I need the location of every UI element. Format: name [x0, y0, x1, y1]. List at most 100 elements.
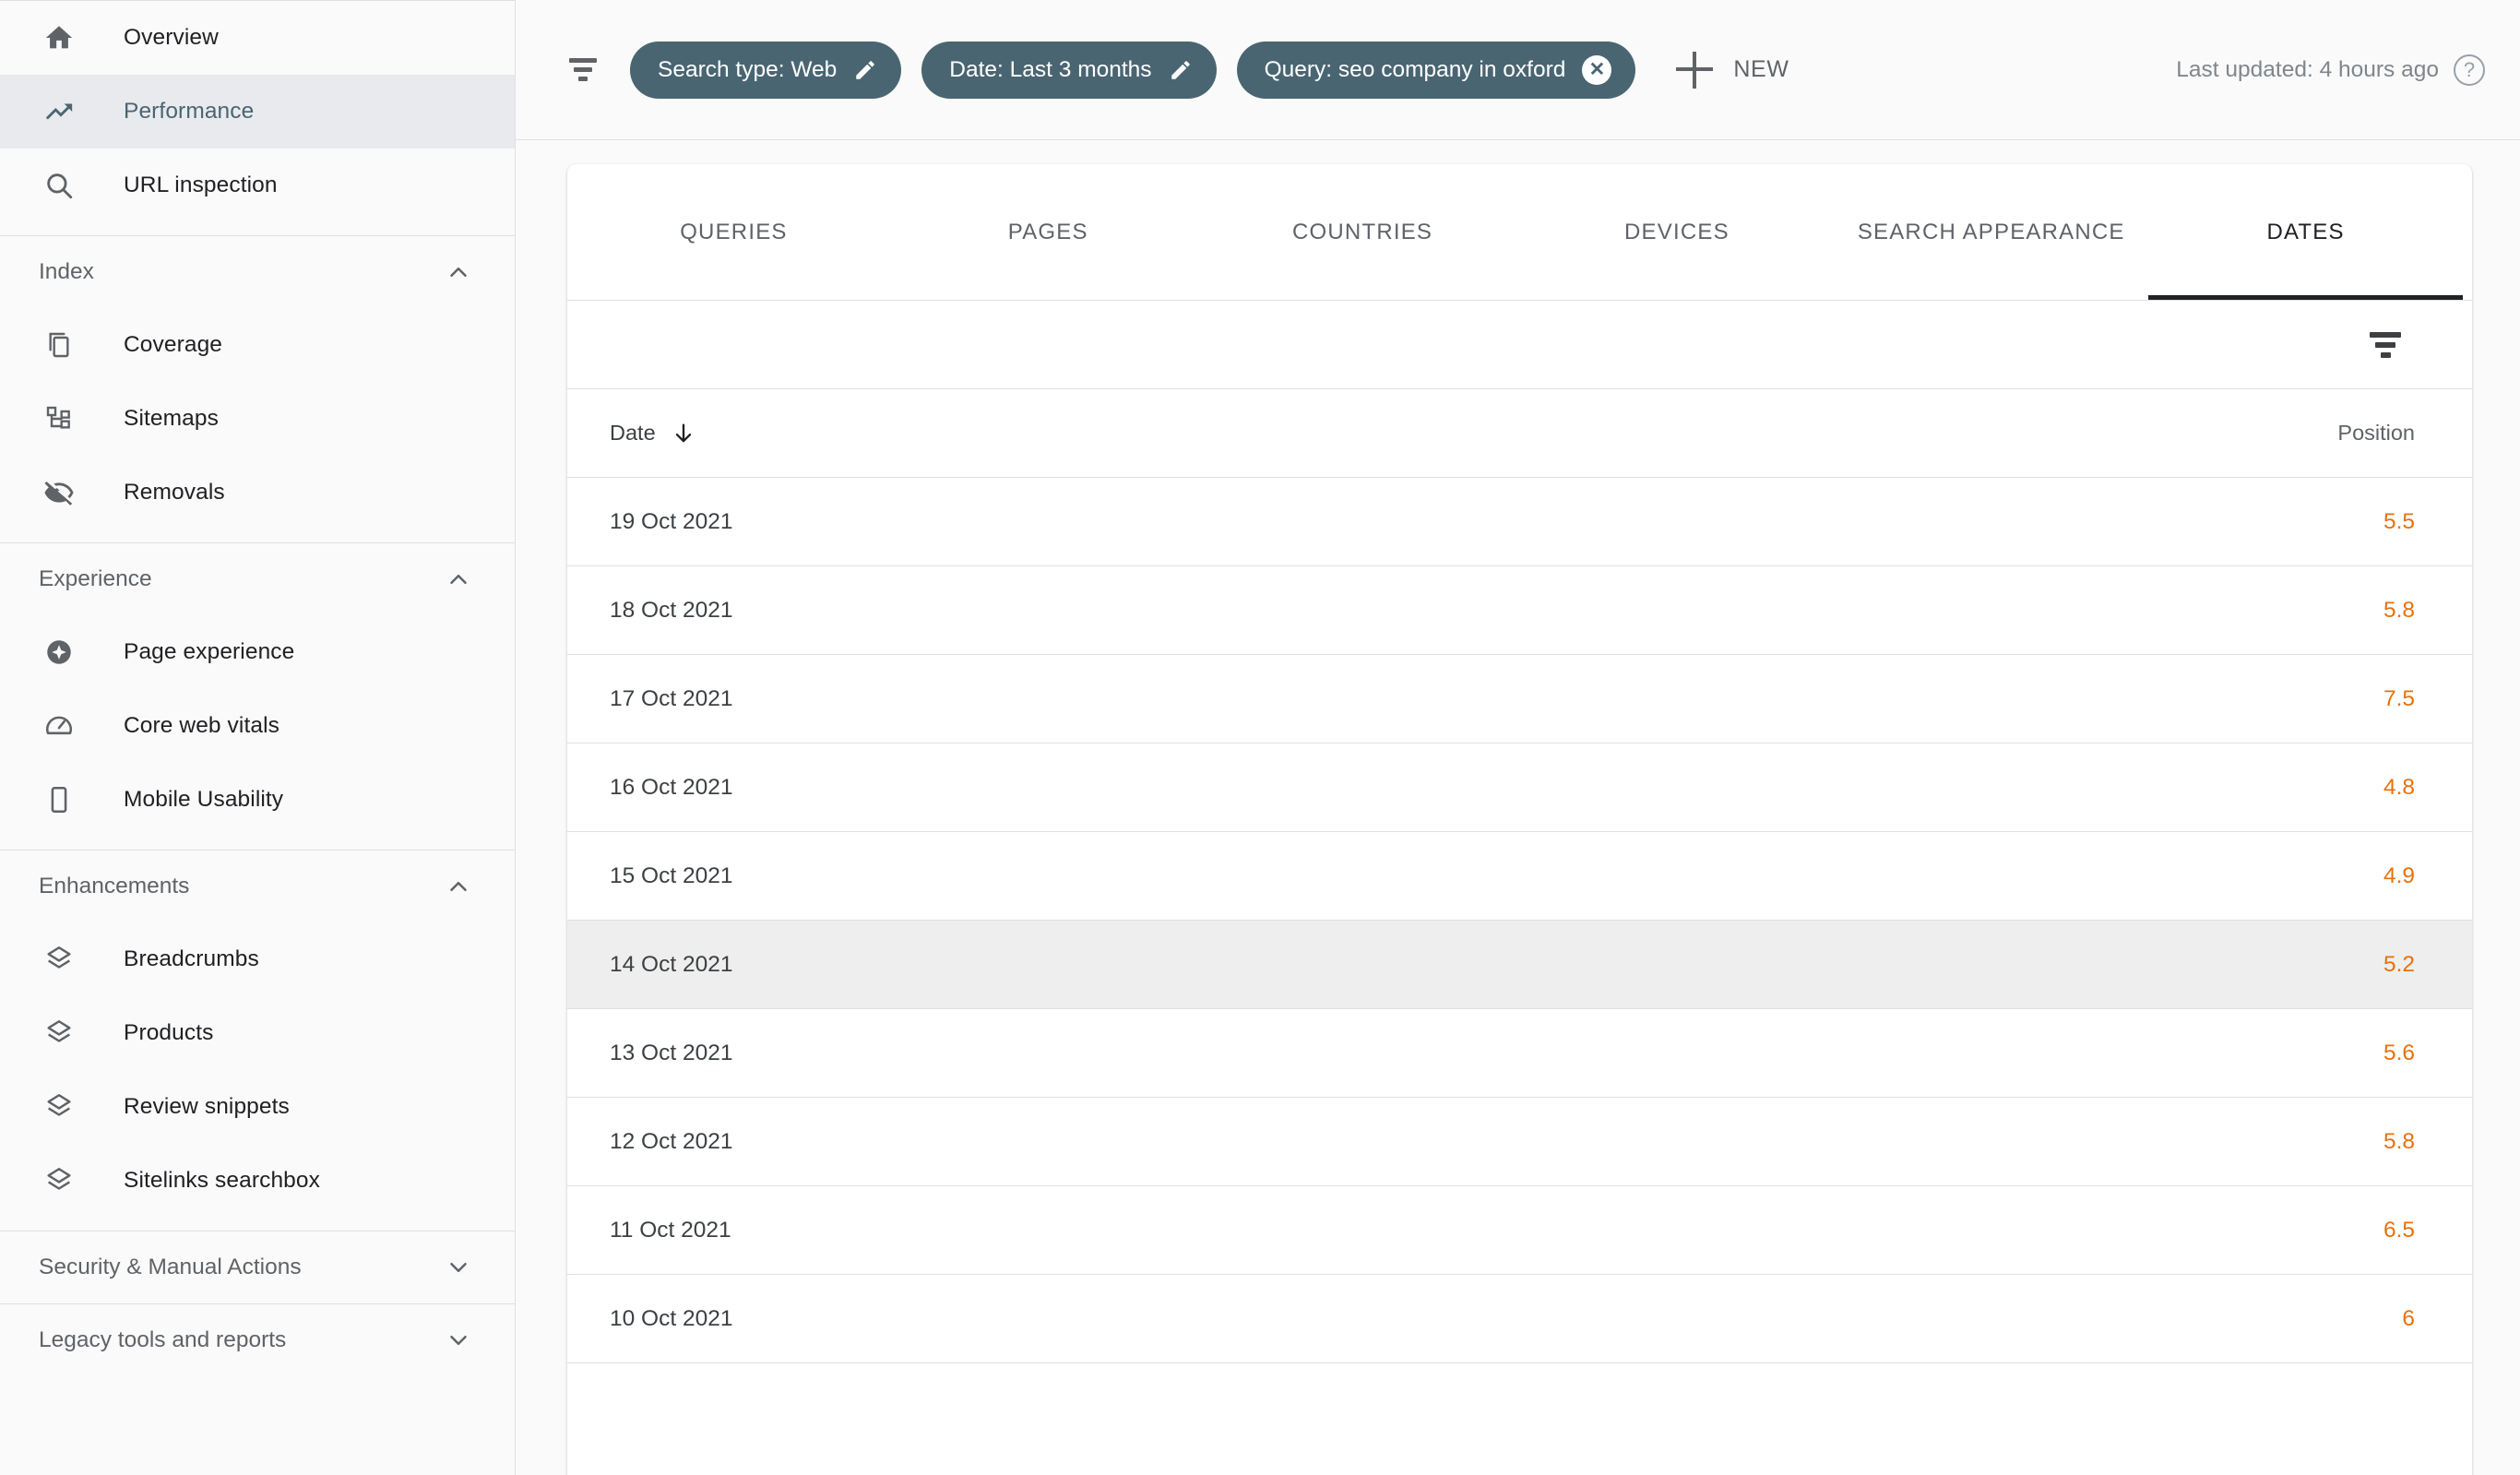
sidebar-item-products[interactable]: Products: [0, 996, 515, 1070]
sidebar-section-index[interactable]: Index: [0, 236, 515, 308]
cell-position: 5.6: [2383, 1040, 2415, 1065]
layers-icon: [39, 1087, 79, 1127]
cell-date: 17 Oct 2021: [610, 685, 733, 711]
column-header-position[interactable]: Position: [2337, 421, 2415, 446]
sidebar-item-coverage[interactable]: Coverage: [0, 308, 515, 382]
filter-chip-date[interactable]: Date: Last 3 months: [921, 41, 1217, 99]
sidebar-item-url-inspection[interactable]: URL inspection: [0, 149, 515, 222]
cell-date: 11 Oct 2021: [610, 1217, 731, 1243]
chevron-up-icon: [445, 565, 472, 593]
card-wrapper: QUERIES PAGES COUNTRIES DEVICES SEARCH A…: [516, 140, 2520, 1475]
sidebar-primary-group: Overview Performance URL inspection: [0, 1, 515, 222]
table-toolbar: [567, 301, 2472, 389]
sidebar-item-label: Overview: [124, 25, 219, 50]
table-row[interactable]: 14 Oct 2021 5.2: [567, 921, 2472, 1009]
sidebar-section-security-manual-actions[interactable]: Security & Manual Actions: [0, 1231, 515, 1303]
tab-pages[interactable]: PAGES: [891, 164, 1206, 300]
pencil-icon[interactable]: [853, 58, 877, 82]
help-circle-icon[interactable]: ?: [2454, 54, 2485, 86]
column-header-label: Date: [610, 421, 656, 445]
sidebar-item-performance[interactable]: Performance: [0, 75, 515, 149]
cell-position: 6: [2402, 1305, 2415, 1331]
sidebar-section-label: Experience: [39, 566, 152, 591]
eye-off-icon: [39, 472, 79, 513]
page-experience-icon: [39, 632, 79, 672]
sidebar-item-label: Performance: [124, 99, 255, 124]
tab-label: QUERIES: [680, 219, 788, 244]
table-row[interactable]: 18 Oct 2021 5.8: [567, 566, 2472, 655]
close-circle-icon[interactable]: ✕: [1582, 54, 1612, 85]
layers-icon: [39, 1160, 79, 1201]
column-header-date[interactable]: Date: [610, 421, 696, 446]
pages-copy-icon: [39, 325, 79, 365]
table-header-row: Date Position: [567, 389, 2472, 478]
tab-queries[interactable]: QUERIES: [577, 164, 891, 300]
table-row[interactable]: 19 Oct 2021 5.5: [567, 478, 2472, 566]
chevron-up-icon: [445, 873, 472, 900]
chevron-down-icon: [445, 1326, 472, 1354]
sidebar-section-enhancements[interactable]: Enhancements: [0, 851, 515, 922]
table-row[interactable]: 15 Oct 2021 4.9: [567, 832, 2472, 921]
sidebar-item-label: Mobile Usability: [124, 787, 284, 812]
sidebar-item-label: Page experience: [124, 639, 295, 664]
pencil-icon[interactable]: [1169, 58, 1193, 82]
tab-label: SEARCH APPEARANCE: [1857, 219, 2125, 244]
cell-position: 5.8: [2383, 597, 2415, 623]
search-console-app: Overview Performance URL inspection Inde…: [0, 0, 2520, 1475]
chevron-up-icon: [445, 258, 472, 286]
sidebar-item-label: Coverage: [124, 332, 223, 357]
tab-countries[interactable]: COUNTRIES: [1206, 164, 1520, 300]
cell-position: 6.5: [2383, 1217, 2415, 1243]
tab-label: COUNTRIES: [1292, 219, 1433, 244]
home-icon: [39, 18, 79, 58]
plus-icon: [1676, 51, 1714, 89]
sitemap-icon: [39, 398, 79, 439]
dimension-tabs: QUERIES PAGES COUNTRIES DEVICES SEARCH A…: [567, 164, 2472, 301]
search-icon: [39, 165, 79, 206]
sidebar-section-label: Enhancements: [39, 874, 190, 898]
last-updated-text: Last updated: 4 hours ago: [2176, 56, 2439, 82]
layers-icon: [39, 1013, 79, 1053]
sidebar-item-overview[interactable]: Overview: [0, 1, 515, 75]
sidebar-item-mobile-usability[interactable]: Mobile Usability: [0, 763, 515, 837]
tab-label: DEVICES: [1624, 219, 1730, 244]
sidebar-section-legacy-tools[interactable]: Legacy tools and reports: [0, 1304, 515, 1376]
tab-devices[interactable]: DEVICES: [1519, 164, 1834, 300]
speedometer-icon: [39, 706, 79, 746]
sidebar-item-sitemaps[interactable]: Sitemaps: [0, 382, 515, 456]
sidebar-item-core-web-vitals[interactable]: Core web vitals: [0, 689, 515, 763]
table-row[interactable]: 11 Oct 2021 6.5: [567, 1186, 2472, 1275]
sidebar-item-removals[interactable]: Removals: [0, 456, 515, 529]
table-row[interactable]: 13 Oct 2021 5.6: [567, 1009, 2472, 1098]
table-body: 19 Oct 2021 5.5 18 Oct 2021 5.8 17 Oct 2…: [567, 478, 2472, 1475]
cell-position: 4.9: [2383, 862, 2415, 888]
filter-funnel-icon[interactable]: [2365, 325, 2406, 365]
layers-icon: [39, 939, 79, 980]
last-updated-status: Last updated: 4 hours ago ?: [2176, 54, 2485, 86]
filter-chip-search-type[interactable]: Search type: Web: [630, 41, 902, 99]
cell-position: 4.8: [2383, 774, 2415, 800]
sidebar-item-sitelinks-searchbox[interactable]: Sitelinks searchbox: [0, 1144, 515, 1218]
sidebar-section-label: Index: [39, 259, 94, 284]
filter-chip-query[interactable]: Query: seo company in oxford ✕: [1236, 41, 1636, 99]
table-row[interactable]: 12 Oct 2021 5.8: [567, 1098, 2472, 1186]
sidebar-item-page-experience[interactable]: Page experience: [0, 615, 515, 689]
table-row[interactable]: 16 Oct 2021 4.8: [567, 743, 2472, 832]
sidebar-section-experience[interactable]: Experience: [0, 543, 515, 615]
table-row[interactable]: 10 Oct 2021 6: [567, 1275, 2472, 1363]
filter-chip-label: Search type: Web: [658, 56, 838, 82]
tab-search-appearance[interactable]: SEARCH APPEARANCE: [1834, 164, 2148, 300]
tab-dates[interactable]: DATES: [2148, 164, 2463, 300]
new-filter-button[interactable]: NEW: [1676, 42, 1789, 99]
sidebar-section-label: Security & Manual Actions: [39, 1255, 302, 1279]
sidebar-item-breadcrumbs[interactable]: Breadcrumbs: [0, 922, 515, 996]
cell-date: 19 Oct 2021: [610, 508, 733, 534]
cell-position: 5.5: [2383, 508, 2415, 534]
sidebar-item-review-snippets[interactable]: Review snippets: [0, 1070, 515, 1144]
filter-funnel-icon[interactable]: [562, 49, 604, 91]
table-row[interactable]: 17 Oct 2021 7.5: [567, 655, 2472, 743]
